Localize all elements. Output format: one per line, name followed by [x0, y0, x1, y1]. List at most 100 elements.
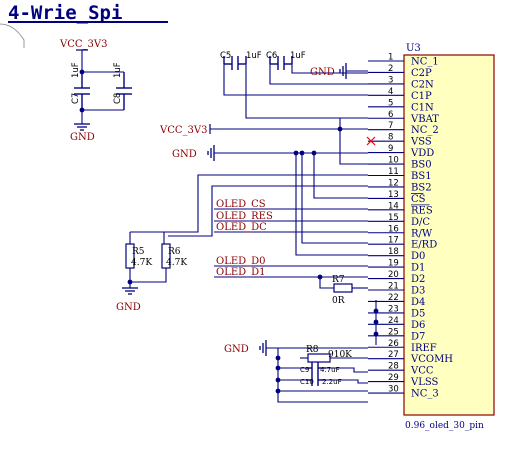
- pin-name: D1: [411, 263, 425, 274]
- pin-number: 25: [388, 327, 399, 337]
- r5-ref: R5: [132, 247, 145, 257]
- c9-value: 4.7uF: [320, 366, 340, 374]
- pin-number: 29: [388, 373, 399, 383]
- pin-number: 1: [388, 53, 393, 63]
- pin-name: R/W: [411, 228, 433, 239]
- r7-value: 0R: [332, 296, 345, 306]
- net-gnd-top: GND: [310, 67, 335, 78]
- pin-name: D3: [411, 286, 425, 297]
- net-oled-cs: OLED_CS: [216, 199, 266, 210]
- pin-number: 23: [388, 304, 399, 314]
- pin-name: D4: [411, 297, 425, 308]
- pin-name: E/RD: [411, 240, 437, 251]
- pin-name: D2: [411, 274, 425, 285]
- c8-ref: C8: [113, 93, 123, 104]
- pin-number: 2: [388, 64, 393, 74]
- junction-dot: [373, 308, 379, 314]
- junction-dot: [311, 150, 317, 156]
- pin-name: VCC: [410, 366, 434, 377]
- pin-number: 24: [388, 316, 399, 326]
- pin-number: 11: [388, 167, 399, 177]
- schematic-title: 4-Wrie_Spi: [8, 2, 122, 24]
- pin-number: 30: [388, 385, 399, 395]
- gnd-symbol-left-icon: [74, 123, 90, 131]
- c6-ref: C6: [266, 51, 277, 61]
- pin-number: 26: [388, 339, 399, 349]
- pin-name: C1N: [411, 102, 434, 113]
- pin-name: D6: [411, 320, 425, 331]
- pin-number: 18: [388, 247, 399, 257]
- gnd-symbol-resistors-icon: [122, 287, 138, 295]
- c8-value: 1uF: [113, 62, 123, 78]
- pin-number: 7: [388, 121, 393, 131]
- pin-number: 10: [388, 156, 399, 166]
- pin-name: D/C: [411, 217, 430, 228]
- pin-number: 16: [388, 224, 399, 234]
- c9-ref: C9: [300, 366, 309, 374]
- pin-number: 21: [388, 282, 399, 292]
- net-oled-res: OLED_RES: [216, 211, 273, 222]
- c10-ref: C10: [300, 378, 314, 386]
- pin-number: 6: [388, 110, 393, 120]
- pin-name: D5: [411, 308, 425, 319]
- c5-value: 1uF: [246, 51, 262, 61]
- pin-name: NC_3: [411, 389, 439, 400]
- resistor-r7: [333, 283, 353, 293]
- junction-dot: [317, 274, 323, 280]
- junction-dot: [337, 126, 343, 132]
- junction-dot: [275, 388, 281, 394]
- net-gnd-bottom: GND: [224, 344, 249, 355]
- pin-name: D0: [411, 251, 425, 262]
- r5-value: 4.7K: [131, 258, 152, 268]
- pin-name: BS0: [411, 160, 432, 171]
- pin-number: 8: [388, 133, 393, 143]
- net-oled-d1: OLED_D1: [216, 267, 266, 278]
- pin-name: NC_2: [411, 125, 439, 136]
- chip-designator: U3: [406, 43, 421, 54]
- pin-name: RES: [411, 205, 433, 216]
- pin-number: 15: [388, 213, 399, 223]
- c7-ref: C7: [71, 93, 81, 104]
- wire-c5-right: [245, 64, 368, 119]
- pin-name: VCOMH: [410, 354, 453, 365]
- net-oled-dc: OLED_DC: [216, 222, 267, 233]
- junction-dot: [275, 355, 281, 361]
- c5-ref: C5: [220, 51, 231, 61]
- junction-dot: [373, 319, 379, 325]
- oled-chip: U3 0.96_oled_30_pin 1 NC_1 2 C2P 3 C2N 4 C1P 5 C1…: [368, 43, 495, 431]
- pin-name: IREF: [411, 343, 437, 354]
- sheet-corner-arc: [0, 23, 25, 48]
- pin-name: C2P: [411, 68, 432, 79]
- wire-gnd-bus: [277, 348, 368, 403]
- pin-name: VSS: [410, 137, 432, 148]
- junction-dot: [275, 365, 281, 371]
- net-vcc-vbat: VCC_3V3: [159, 125, 207, 136]
- junction-dot: [127, 279, 133, 285]
- r7-ref: R7: [332, 275, 345, 285]
- pin-number: 27: [388, 350, 399, 360]
- pin-name: VLSS: [410, 377, 439, 388]
- junction-dot: [373, 331, 379, 337]
- pin-name: CS: [411, 194, 426, 205]
- pin-name: D7: [411, 331, 425, 342]
- pin-name: BS1: [411, 171, 432, 182]
- pin-name: NC_1: [411, 57, 439, 68]
- net-gnd-vss: GND: [172, 149, 197, 160]
- pin-number: 12: [388, 178, 399, 188]
- c7-value: 1uF: [71, 62, 81, 78]
- wire-vdd: [339, 118, 368, 165]
- net-gnd-left: GND: [70, 132, 95, 143]
- c10-value: 2.2uF: [322, 378, 342, 386]
- junction-dot: [275, 377, 281, 383]
- pin-name: C2N: [411, 79, 434, 90]
- pin-number: 28: [388, 362, 399, 372]
- pin-name: C1P: [411, 91, 432, 102]
- pin-number: 17: [388, 236, 399, 246]
- pin-number: 22: [388, 293, 399, 303]
- junction-dot: [299, 150, 305, 156]
- schematic-canvas: 4-Wrie_Spi U3 0.96_oled_30_pin 1 NC_1 2 C2P…: [0, 2, 495, 431]
- pin-name: BS2: [411, 182, 432, 193]
- chip-part-name: 0.96_oled_30_pin: [405, 421, 484, 431]
- pin-name: VBAT: [410, 114, 439, 125]
- r8-ref: R8: [306, 345, 319, 355]
